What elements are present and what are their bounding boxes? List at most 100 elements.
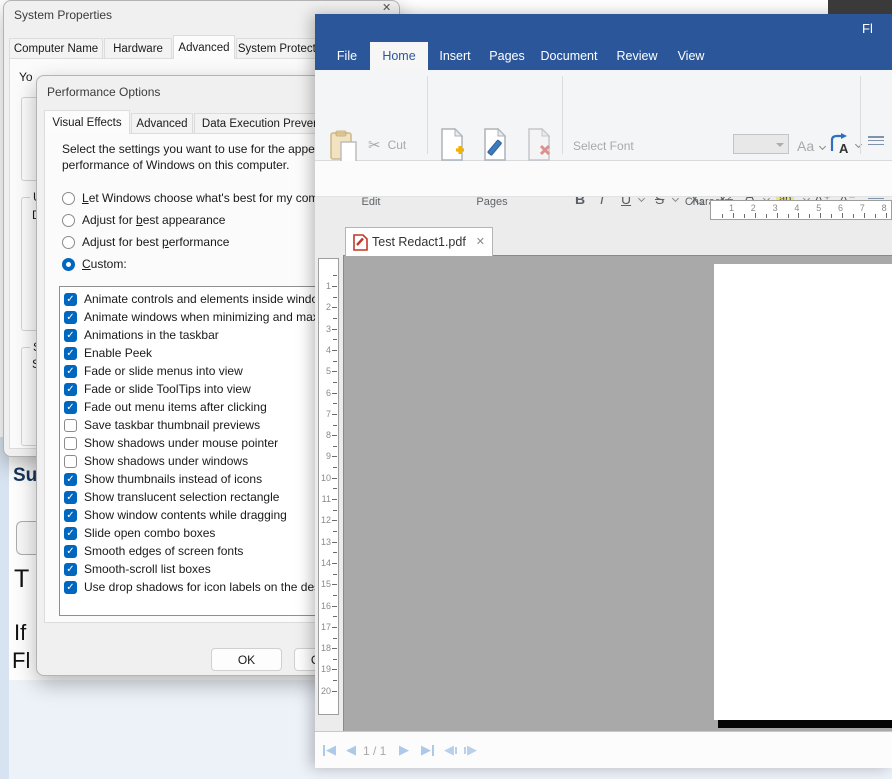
- ruler-number: 4: [320, 345, 331, 355]
- change-case-dropdown-icon[interactable]: [819, 143, 826, 150]
- checkbox[interactable]: ✓: [64, 545, 77, 558]
- ruler-number: 10: [320, 473, 331, 483]
- radio-option[interactable]: Adjust for best appearance: [62, 212, 225, 228]
- checkbox[interactable]: ✓: [64, 473, 77, 486]
- first-page-button[interactable]: ◀: [323, 742, 336, 758]
- ruler-tick: [333, 297, 337, 298]
- ruler-number: 8: [882, 203, 887, 213]
- performance-options-tab-advanced[interactable]: Advanced: [131, 113, 193, 134]
- visual-effects-list-item[interactable]: ✓Slide open combo boxes: [64, 524, 215, 542]
- ruler-number: 6: [838, 203, 843, 213]
- visual-effects-list-item[interactable]: ✓Show thumbnails instead of icons: [64, 470, 262, 488]
- system-properties-tab-hardware[interactable]: Hardware: [104, 38, 172, 59]
- ribbon-separator: [860, 76, 861, 154]
- system-properties-close-icon[interactable]: ✕: [382, 1, 391, 14]
- visual-effects-list-item[interactable]: ✓Use drop shadows for icon labels on the…: [64, 578, 326, 596]
- system-properties-tab-advanced[interactable]: Advanced: [173, 35, 235, 59]
- visual-effects-list-item[interactable]: ✓Fade out menu items after clicking: [64, 398, 267, 416]
- checkbox[interactable]: ✓: [64, 311, 77, 324]
- checkbox[interactable]: ✓: [64, 401, 77, 414]
- radio-option[interactable]: Custom:: [62, 256, 127, 272]
- checkbox[interactable]: [64, 419, 77, 432]
- visual-effects-list-item[interactable]: ✓Enable Peek: [64, 344, 152, 362]
- font-size-combo[interactable]: [733, 134, 789, 154]
- pdf-file-icon: [353, 234, 368, 251]
- visual-effects-list-item[interactable]: Show shadows under mouse pointer: [64, 434, 278, 452]
- visual-effects-list-item[interactable]: ✓Animate controls and elements inside wi…: [64, 290, 318, 308]
- ruler-tick: [333, 574, 337, 575]
- ribbon-tab-review[interactable]: Review: [615, 42, 659, 70]
- checkbox[interactable]: ✓: [64, 491, 77, 504]
- pdf-titlebar[interactable]: Fl: [315, 14, 892, 42]
- rotate-text-button[interactable]: A: [829, 133, 855, 155]
- checkbox[interactable]: ✓: [64, 329, 77, 342]
- ribbon-tab-pages[interactable]: Pages: [487, 42, 527, 70]
- previous-page-button[interactable]: ◀: [346, 742, 356, 758]
- ruler-tick: [755, 213, 756, 218]
- radio-option[interactable]: Adjust for best performance: [62, 234, 229, 250]
- radio-option[interactable]: Let Windows choose what's best for my co…: [62, 190, 325, 206]
- system-properties-body-fragment: Yo: [19, 70, 33, 84]
- previous-view-button[interactable]: ◀: [444, 742, 457, 758]
- ruler-tick: [744, 214, 745, 218]
- ruler-tick: [886, 213, 887, 218]
- visual-effects-list-item[interactable]: ✓Show window contents while dragging: [64, 506, 287, 524]
- ribbon-tab-insert[interactable]: Insert: [435, 42, 475, 70]
- checkbox-label: Show shadows under mouse pointer: [84, 436, 278, 450]
- performance-options-title: Performance Options: [47, 85, 160, 99]
- ribbon-tab-home[interactable]: Home: [370, 42, 428, 70]
- pdf-quick-toolbar: ↶ T T +: [315, 161, 892, 197]
- checkbox[interactable]: ✓: [64, 509, 77, 522]
- change-case-icon[interactable]: Aa: [797, 138, 814, 154]
- visual-effects-list-item[interactable]: Save taskbar thumbnail previews: [64, 416, 260, 434]
- ribbon-tab-view[interactable]: View: [673, 42, 709, 70]
- paragraph-settings-icon[interactable]: [868, 136, 884, 148]
- visual-effects-list-item[interactable]: ✓ Animate windows when minimizing and max: [64, 308, 319, 326]
- document-tab[interactable]: Test Redact1.pdf ✕: [345, 227, 493, 256]
- ribbon-tab-file[interactable]: File: [329, 42, 365, 70]
- checkbox[interactable]: ✓: [64, 365, 77, 378]
- next-page-button[interactable]: ▶: [399, 742, 409, 758]
- ribbon-tab-document[interactable]: Document: [539, 42, 599, 70]
- visual-effects-list-item[interactable]: ✓Fade or slide ToolTips into view: [64, 380, 251, 398]
- paste-icon: [330, 130, 358, 164]
- performance-options-tab-visual-effects[interactable]: Visual Effects: [44, 110, 130, 134]
- insert-page-icon: [440, 128, 466, 162]
- checkbox-label: Show shadows under windows: [84, 454, 248, 468]
- checkbox[interactable]: [64, 455, 77, 468]
- visual-effects-list-item[interactable]: Show shadows under windows: [64, 452, 248, 470]
- visual-effects-listbox[interactable]: ✓Animate controls and elements inside wi…: [59, 286, 332, 616]
- checkbox[interactable]: ✓: [64, 581, 77, 594]
- cut-button[interactable]: ✂ Cut: [368, 136, 406, 154]
- checkbox[interactable]: ✓: [64, 383, 77, 396]
- system-properties-tabs: Computer NameHardwareAdvancedSystem Prot…: [9, 35, 334, 59]
- pdf-ribbon: Paste ✂ Cut Copy Edit: [315, 70, 892, 161]
- page-indicator: 1 / 1: [363, 744, 386, 758]
- ruler-tick: [333, 616, 337, 617]
- visual-effects-list-item[interactable]: ✓Show translucent selection rectangle: [64, 488, 279, 506]
- visual-effects-list-item[interactable]: ✓Animations in the taskbar: [64, 326, 219, 344]
- checkbox[interactable]: [64, 437, 77, 450]
- ruler-number: 13: [320, 537, 331, 547]
- last-page-button[interactable]: ▶: [421, 742, 434, 758]
- ruler-tick: [333, 488, 337, 489]
- system-properties-tab-computer-name[interactable]: Computer Name: [9, 38, 103, 59]
- document-canvas[interactable]: [343, 255, 892, 732]
- checkbox-label: Animate windows when minimizing and max: [84, 310, 319, 324]
- ruler-number: 9: [320, 451, 331, 461]
- document-tab-close-icon[interactable]: ✕: [476, 235, 485, 248]
- ruler-number: 3: [773, 203, 778, 213]
- ok-button[interactable]: OK: [211, 648, 282, 671]
- checkbox[interactable]: ✓: [64, 527, 77, 540]
- checkbox[interactable]: ✓: [64, 563, 77, 576]
- pdf-page[interactable]: [714, 264, 892, 720]
- ruler-number: 6: [320, 388, 331, 398]
- visual-effects-list-item[interactable]: ✓Smooth-scroll list boxes: [64, 560, 211, 578]
- checkbox[interactable]: ✓: [64, 347, 77, 360]
- visual-effects-list-item[interactable]: ✓Fade or slide menus into view: [64, 362, 243, 380]
- checkbox[interactable]: ✓: [64, 293, 77, 306]
- ruler-tick: [332, 563, 337, 564]
- next-view-button[interactable]: ▶: [464, 742, 477, 758]
- checkbox-label: Smooth edges of screen fonts: [84, 544, 243, 558]
- visual-effects-list-item[interactable]: ✓ Smooth edges of screen fonts: [64, 542, 243, 560]
